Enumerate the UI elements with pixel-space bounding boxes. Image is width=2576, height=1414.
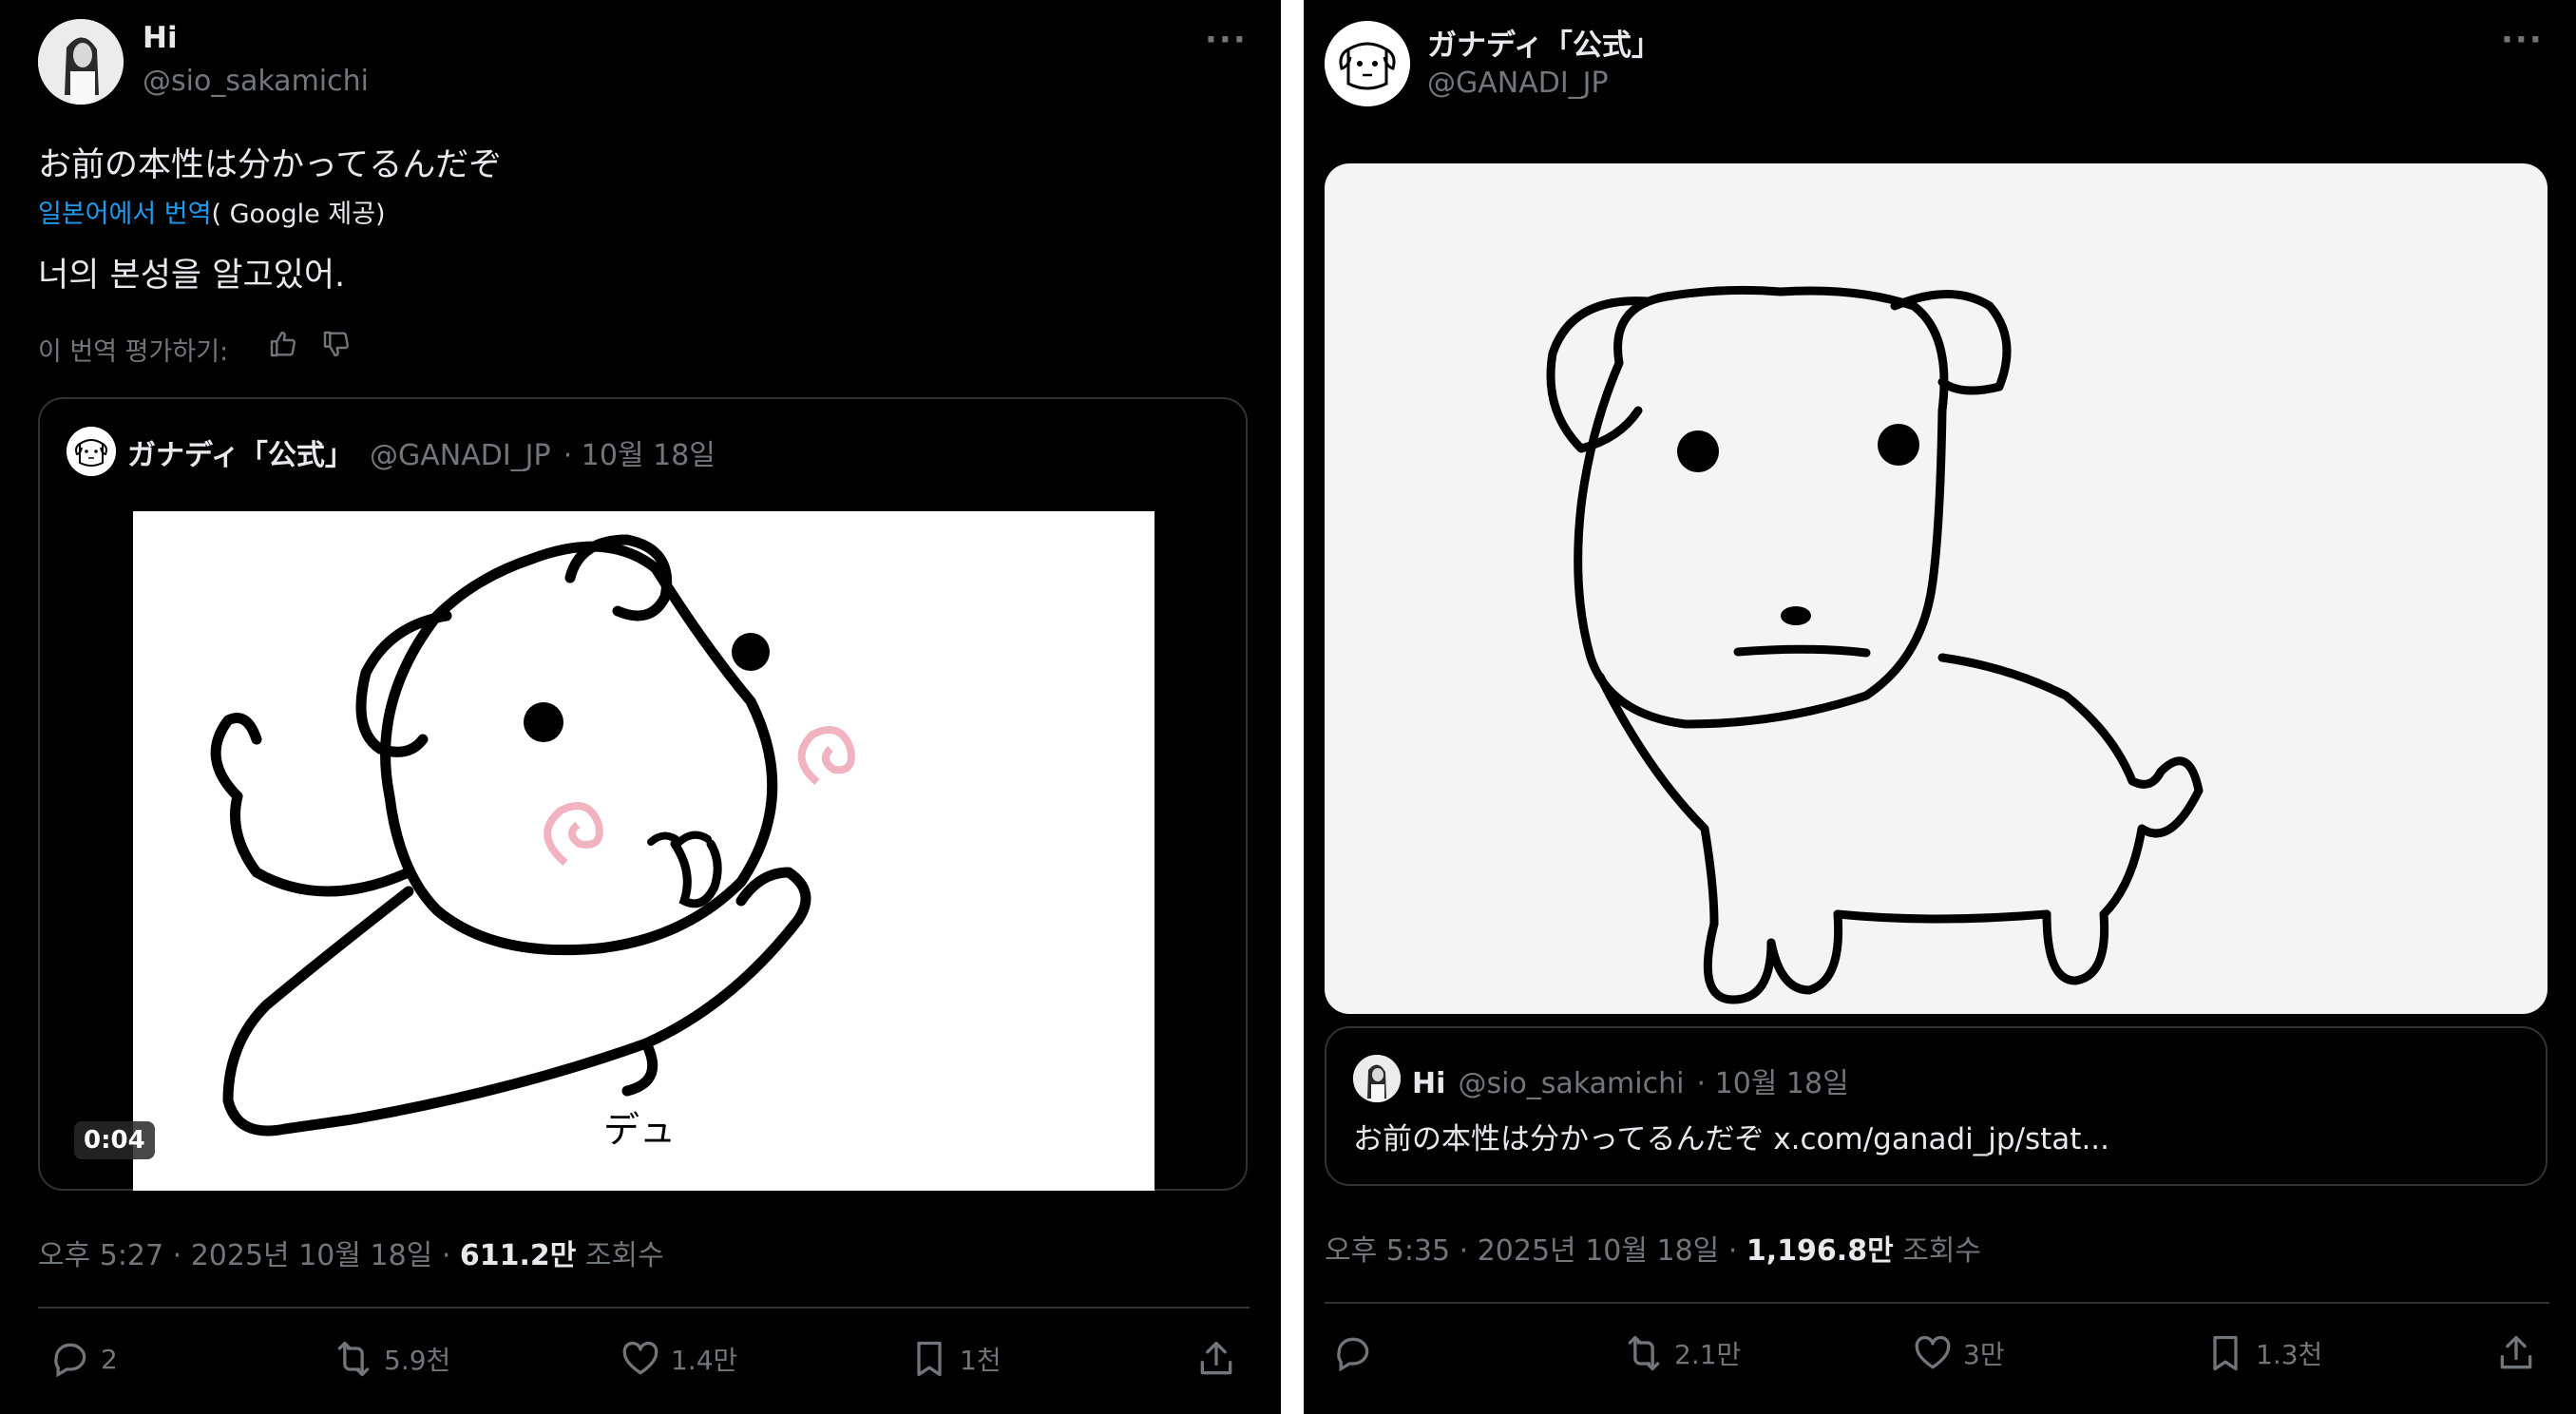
bookmark-icon: [2213, 1335, 2238, 1371]
tweet-meta: 오후 5:27 · 2025년 10월 18일 · 611.2만 조회수: [38, 1232, 664, 1273]
translated-text: 너의 본성을 알고있어.: [38, 257, 346, 295]
author-avatar[interactable]: [38, 19, 124, 105]
repost-icon: [337, 1341, 370, 1377]
author-handle[interactable]: @sio_sakamichi: [143, 65, 369, 98]
right-tweet-panel: ガナディ「公式」 @GANADI_JP ··· Hi @sio_sakamich…: [1304, 0, 2576, 1414]
video-caption: デュ: [603, 1109, 677, 1151]
quoted-video[interactable]: デュ: [133, 511, 1154, 1191]
bookmark-button[interactable]: 1.3천: [2204, 1332, 2322, 1374]
quoted-author-avatar[interactable]: [67, 427, 116, 476]
tweet-image[interactable]: [1325, 163, 2547, 1014]
like-count: 3만: [1963, 1339, 2005, 1370]
dog-illustration: [1546, 285, 2204, 1004]
divider: [1325, 1302, 2549, 1304]
rate-translation-label: 이 번역 평가하기:: [38, 337, 229, 367]
author-handle[interactable]: @GANADI_JP: [1427, 67, 1609, 100]
reply-button[interactable]: 2: [49, 1338, 118, 1380]
quoted-date[interactable]: · 10월 18일: [1697, 1067, 1849, 1100]
divider: [38, 1307, 1250, 1309]
video-duration: 0:04: [74, 1121, 155, 1159]
quoted-author-line: ガナディ「公式」 @GANADI_JP · 10월 18일: [127, 431, 716, 473]
reply-button[interactable]: [1332, 1332, 1383, 1374]
tweet-timestamp[interactable]: 오후 5:27 · 2025년 10월 18일 ·: [38, 1239, 450, 1272]
view-label: 조회수: [1902, 1234, 1982, 1268]
left-tweet-panel: Hi @sio_sakamichi ··· お前の本性は分かってるんだぞ 일본어…: [0, 0, 1281, 1414]
translate-provider: ( Google 제공): [211, 200, 386, 229]
quoted-author-handle[interactable]: @sio_sakamichi: [1458, 1067, 1684, 1100]
author-name[interactable]: ガナディ「公式」: [1427, 21, 1661, 64]
dog-illustration: [210, 534, 855, 1137]
share-icon: [1200, 1341, 1232, 1375]
quoted-author-avatar[interactable]: [1353, 1055, 1401, 1102]
translate-link[interactable]: 일본어에서 번역: [38, 200, 211, 229]
thumbs-down-icon[interactable]: [321, 329, 352, 363]
view-count: 611.2만: [459, 1239, 577, 1272]
repost-button[interactable]: 2.1만: [1623, 1332, 1741, 1374]
repost-icon: [1628, 1335, 1660, 1371]
reply-count: 2: [101, 1343, 118, 1375]
author-avatar[interactable]: [1325, 21, 1410, 106]
bookmark-count: 1.3천: [2256, 1339, 2323, 1370]
more-options-button[interactable]: ···: [1205, 21, 1248, 59]
like-icon: [1915, 1335, 1951, 1369]
reply-icon: [54, 1343, 86, 1378]
repost-count: 2.1만: [1674, 1339, 1742, 1370]
quoted-date[interactable]: · 10월 18일: [563, 439, 716, 472]
like-count: 1.4만: [671, 1345, 738, 1376]
tweet-timestamp[interactable]: 오후 5:35 · 2025년 10월 18일 ·: [1325, 1234, 1737, 1268]
thumbs-up-icon[interactable]: [268, 329, 298, 363]
quoted-tweet-text: お前の本性は分かってるんだぞ x.com/ganadi_jp/stat...: [1353, 1122, 2110, 1156]
bookmark-icon: [917, 1341, 942, 1377]
quoted-author-name[interactable]: Hi: [1412, 1067, 1445, 1100]
like-button[interactable]: 3만: [1912, 1332, 2005, 1374]
like-button[interactable]: 1.4만: [620, 1338, 737, 1380]
reply-icon: [1337, 1337, 1369, 1372]
share-icon: [2500, 1335, 2532, 1369]
quoted-author-handle[interactable]: @GANADI_JP: [370, 439, 551, 472]
tweet-meta: 오후 5:35 · 2025년 10월 18일 · 1,196.8만 조회수: [1325, 1227, 1981, 1269]
repost-count: 5.9천: [384, 1345, 451, 1376]
view-label: 조회수: [584, 1239, 664, 1272]
quoted-author-line: Hi @sio_sakamichi · 10월 18일: [1412, 1060, 1849, 1101]
quoted-author-name[interactable]: ガナディ「公式」: [127, 439, 353, 472]
translation-source: 일본어에서 번역( Google 제공): [38, 193, 386, 230]
bookmark-count: 1천: [960, 1345, 1002, 1376]
repost-button[interactable]: 5.9천: [333, 1338, 450, 1380]
more-options-button[interactable]: ···: [2501, 21, 2544, 59]
author-name[interactable]: Hi: [143, 21, 178, 55]
like-icon: [622, 1341, 658, 1375]
tweet-text: お前の本性は分かってるんだぞ: [38, 146, 503, 184]
share-button[interactable]: [1195, 1338, 1237, 1380]
bookmark-button[interactable]: 1천: [908, 1338, 1002, 1380]
share-button[interactable]: [2495, 1332, 2537, 1374]
view-count: 1,196.8만: [1746, 1234, 1894, 1268]
quoted-tweet[interactable]: [1325, 1026, 2547, 1186]
